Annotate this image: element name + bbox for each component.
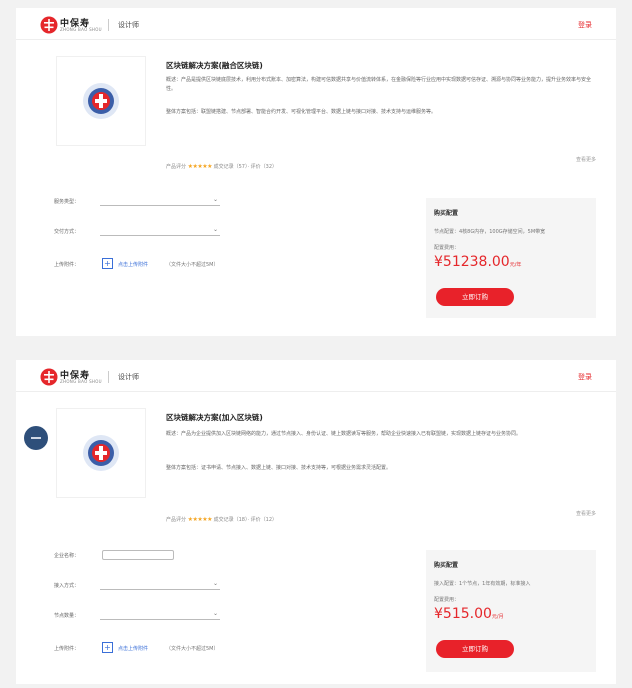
company-name-label: 企业名称： xyxy=(54,553,80,559)
service-type-label: 服务类型： xyxy=(54,199,80,205)
chevron-down-icon: ⌄ xyxy=(212,580,218,587)
chevron-down-icon: ⌄ xyxy=(212,196,218,203)
rating-stars-icon: ★★★★★ xyxy=(187,163,213,170)
access-mode-label: 接入方式： xyxy=(54,583,80,589)
brand-logo-icon[interactable] xyxy=(40,368,58,386)
more-link[interactable]: 查看更多 xyxy=(576,510,596,517)
blockchain-emblem-icon xyxy=(83,435,119,471)
more-link[interactable]: 查看更多 xyxy=(576,156,596,163)
price-amount: ¥515.00 xyxy=(434,606,492,622)
rating-meta[interactable]: 成交记录（57）· 评价（32） xyxy=(214,164,277,170)
product-description-2: 整体方案包括：证书申请、节点接入、数据上链、接口对接、技术支持等，可根据业务需求… xyxy=(166,465,392,471)
header-divider xyxy=(108,371,109,383)
node-count-label: 节点数量： xyxy=(54,613,80,619)
rating-stars-icon: ★★★★★ xyxy=(187,516,213,523)
upload-label: 上传附件： xyxy=(54,262,80,268)
login-link[interactable]: 登录 xyxy=(578,20,592,30)
price-unit: 元/年 xyxy=(509,262,522,268)
login-link[interactable]: 登录 xyxy=(578,372,592,382)
delivery-select[interactable]: ⌄ xyxy=(100,224,220,236)
price-box: 购买配置 接入配置：1个节点，1年有效期，标准接入 配置费用： ¥515.00元… xyxy=(426,550,596,672)
rating-meta[interactable]: 成交记录（18）· 评价（12） xyxy=(214,517,277,523)
brand-subtitle: ZHONG BAO SHOU xyxy=(60,27,102,32)
price-box-title: 购买配置 xyxy=(434,210,459,217)
chat-icon-bar xyxy=(31,437,41,439)
product-thumbnail xyxy=(56,408,146,498)
upload-label: 上传附件： xyxy=(54,646,80,652)
product-screen-2: 中保寿 ZHONG BAO SHOU 设计师 登录 区块链解决方案(加入区块链)… xyxy=(16,360,616,684)
price-amount: ¥51238.00 xyxy=(434,254,510,270)
service-type-select[interactable]: ⌄ xyxy=(100,194,220,206)
rating-row: 产品评分 ★★★★★ 成交记录（57）· 评价（32） xyxy=(166,163,277,170)
chevron-down-icon: ⌄ xyxy=(212,610,218,617)
upload-link[interactable]: 点击上传附件 xyxy=(118,261,148,268)
price-label: 配置费用： xyxy=(434,245,460,251)
chevron-down-icon: ⌄ xyxy=(212,226,218,233)
header: 中保寿 ZHONG BAO SHOU 设计师 登录 xyxy=(16,360,616,392)
brand-logo-icon[interactable] xyxy=(40,16,58,34)
rating-label: 产品评分 xyxy=(166,164,187,170)
price-box-title: 购买配置 xyxy=(434,562,459,569)
product-screen-1: 中保寿 ZHONG BAO SHOU 设计师 登录 区块链解决方案(融合区块链)… xyxy=(16,8,616,336)
price-value: ¥515.00元/月 xyxy=(434,606,504,622)
upload-tip: （文件大小不超过5M） xyxy=(166,262,219,268)
access-mode-select[interactable]: ⌄ xyxy=(100,578,220,590)
rating-label: 产品评分 xyxy=(166,517,187,523)
product-description-2: 整体方案包括：联盟链搭建、节点部署、智能合约开发、可视化管理平台、数据上链与接口… xyxy=(166,109,437,115)
add-attachment-icon[interactable]: + xyxy=(102,642,113,653)
price-box-spec: 节点配置：4核8G内存，100G存储空间，5M带宽 xyxy=(434,229,546,235)
price-value: ¥51238.00元/年 xyxy=(434,254,521,270)
price-label: 配置费用： xyxy=(434,597,460,603)
product-description: 概述：产品是提供区块链底层技术，利用分布式账本、加密算法，构建可信数据共享与价值… xyxy=(166,77,592,92)
buy-button[interactable]: 立即订购 xyxy=(436,288,514,306)
product-title: 区块链解决方案(融合区块链) xyxy=(166,61,263,70)
buy-button[interactable]: 立即订购 xyxy=(436,640,514,658)
product-thumbnail xyxy=(56,56,146,146)
nav-designer[interactable]: 设计师 xyxy=(118,372,139,382)
delivery-label: 交付方式： xyxy=(54,229,80,235)
add-attachment-icon[interactable]: + xyxy=(102,258,113,269)
upload-tip: （文件大小不超过5M） xyxy=(166,646,219,652)
node-count-select[interactable]: ⌄ xyxy=(100,608,220,620)
upload-link[interactable]: 点击上传附件 xyxy=(118,645,148,652)
header: 中保寿 ZHONG BAO SHOU 设计师 登录 xyxy=(16,8,616,40)
blockchain-emblem-icon xyxy=(83,83,119,119)
header-divider xyxy=(108,19,109,31)
nav-designer[interactable]: 设计师 xyxy=(118,20,139,30)
price-box-spec: 接入配置：1个节点，1年有效期，标准接入 xyxy=(434,581,531,587)
company-name-input[interactable] xyxy=(102,550,174,560)
chat-icon[interactable] xyxy=(24,426,48,450)
price-unit: 元/月 xyxy=(491,614,504,620)
product-title: 区块链解决方案(加入区块链) xyxy=(166,413,263,422)
product-description: 概述：产品为企业提供加入区块链网络的能力，通过节点接入、身份认证、链上数据读写等… xyxy=(166,431,522,437)
rating-row: 产品评分 ★★★★★ 成交记录（18）· 评价（12） xyxy=(166,516,277,523)
price-box: 购买配置 节点配置：4核8G内存，100G存储空间，5M带宽 配置费用： ¥51… xyxy=(426,198,596,318)
brand-subtitle: ZHONG BAO SHOU xyxy=(60,379,102,384)
